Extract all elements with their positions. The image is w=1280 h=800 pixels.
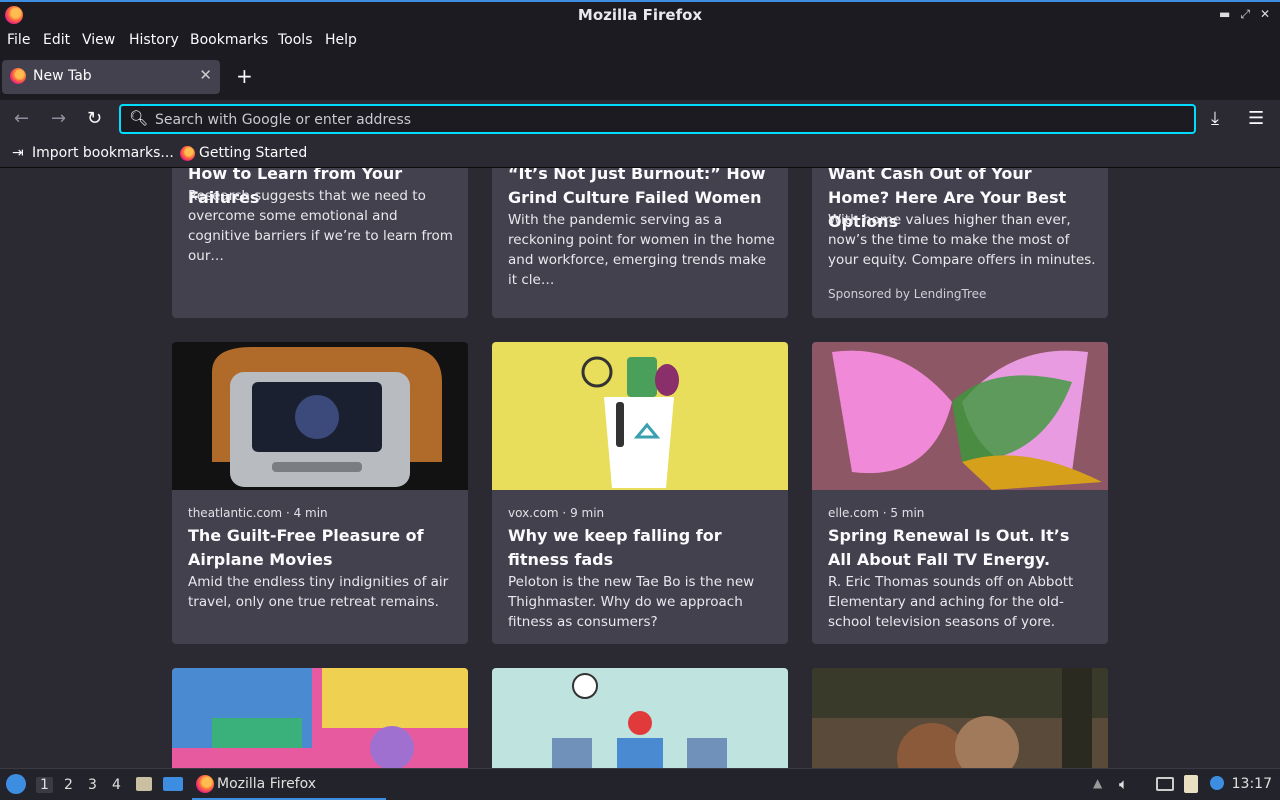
story-card[interactable]: How to Learn from Your Failures Research… (172, 168, 468, 318)
tab-label: New Tab (33, 68, 92, 84)
getting-started-link[interactable]: Getting Started (199, 145, 307, 161)
window-titlebar: Mozilla Firefox ▬ ⤢ ✕ (0, 0, 1280, 29)
navigation-toolbar: ← → ↻ 🔍︎ ⤓ ☰ (0, 100, 1280, 140)
file-manager-icon[interactable] (136, 777, 152, 791)
minimize-icon[interactable]: ▬ (1219, 7, 1230, 22)
taskbar-firefox-icon (196, 775, 214, 793)
new-tab-content: How to Learn from Your Failures Research… (0, 168, 1280, 768)
menu-view[interactable]: View (82, 32, 115, 48)
window-title: Mozilla Firefox (577, 6, 703, 24)
import-icon: ⇥ (12, 145, 24, 161)
search-input[interactable] (153, 109, 1157, 131)
card-image (492, 342, 788, 490)
workspace-2[interactable]: 2 (64, 777, 73, 793)
taskbar-app-firefox[interactable]: Mozilla Firefox (192, 769, 386, 800)
story-card[interactable]: elle.com · 5 min Spring Renewal Is Out. … (812, 342, 1108, 644)
card-image (812, 342, 1108, 490)
tab-strip: New Tab ✕ + (0, 54, 1280, 100)
workspace-1[interactable]: 1 (36, 777, 53, 793)
workspace-4[interactable]: 4 (112, 777, 121, 793)
card-headline: “It’s Not Just Burnout:” How Grind Cultu… (508, 168, 766, 207)
card-excerpt: R. Eric Thomas sounds off on Abbott Elem… (828, 574, 1074, 630)
app-menu-icon[interactable]: ☰ (1248, 108, 1264, 129)
card-headline: Spring Renewal Is Out. It’s All About Fa… (828, 526, 1070, 569)
desktop-icon[interactable] (163, 777, 183, 791)
getting-started-favicon-icon (180, 146, 195, 161)
menu-help[interactable]: Help (325, 32, 357, 48)
start-menu-icon[interactable] (6, 774, 26, 794)
clock: 13:17 (1231, 776, 1272, 792)
volume-icon[interactable]: 🔈︎ (1119, 775, 1128, 793)
bookmarks-toolbar: ⇥ Import bookmarks... Getting Started (0, 140, 1280, 168)
maximize-icon[interactable]: ⤢ (1240, 7, 1250, 22)
card-excerpt: With home values higher than ever, now’s… (828, 212, 1096, 268)
system-taskbar: 1 2 3 4 Mozilla Firefox ▲ 🔈︎ 13:17 (0, 768, 1280, 800)
workspace-3[interactable]: 3 (88, 777, 97, 793)
card-source: elle.com · 5 min (828, 506, 925, 520)
card-excerpt: Research suggests that we need to overco… (188, 188, 453, 264)
menu-edit[interactable]: Edit (43, 32, 70, 48)
tray-arrow-icon[interactable]: ▲ (1093, 776, 1102, 790)
sponsor-label: Sponsored by LendingTree (828, 287, 987, 301)
menu-file[interactable]: File (7, 32, 30, 48)
story-card[interactable]: vox.com · 9 min Why we keep falling for … (492, 342, 788, 644)
story-card[interactable] (492, 668, 788, 768)
card-excerpt: Amid the endless tiny indignities of air… (188, 574, 449, 610)
url-bar[interactable]: 🔍︎ (119, 104, 1196, 134)
card-image (492, 668, 788, 768)
tab-new-tab[interactable]: New Tab ✕ (2, 60, 220, 94)
close-window-icon[interactable]: ✕ (1260, 7, 1270, 22)
card-excerpt: Peloton is the new Tae Bo is the new Thi… (508, 574, 755, 630)
sponsored-card[interactable]: Want Cash Out of Your Home? Here Are You… (812, 168, 1108, 318)
card-headline: Why we keep falling for fitness fads (508, 526, 722, 569)
menu-tools[interactable]: Tools (278, 32, 313, 48)
forward-icon[interactable]: → (51, 108, 66, 129)
story-card[interactable] (172, 668, 468, 768)
clipboard-icon[interactable] (1184, 775, 1198, 793)
back-icon[interactable]: ← (14, 108, 29, 129)
story-card[interactable]: “It’s Not Just Burnout:” How Grind Cultu… (492, 168, 788, 318)
menu-history[interactable]: History (129, 32, 179, 48)
card-image (812, 668, 1108, 768)
taskbar-app-label: Mozilla Firefox (217, 776, 317, 792)
notification-icon[interactable] (1210, 776, 1224, 790)
card-image (172, 342, 468, 490)
menu-bookmarks[interactable]: Bookmarks (190, 32, 268, 48)
card-source: theatlantic.com · 4 min (188, 506, 328, 520)
card-source: vox.com · 9 min (508, 506, 605, 520)
search-icon: 🔍︎ (129, 109, 149, 127)
network-icon[interactable] (1156, 777, 1174, 791)
card-headline: The Guilt-Free Pleasure of Airplane Movi… (188, 526, 424, 569)
story-card[interactable] (812, 668, 1108, 768)
menu-bar: File Edit View History Bookmarks Tools H… (0, 29, 1280, 54)
reload-icon[interactable]: ↻ (87, 108, 102, 129)
story-card[interactable]: theatlantic.com · 4 min The Guilt-Free P… (172, 342, 468, 644)
import-bookmarks-link[interactable]: Import bookmarks... (32, 145, 174, 161)
new-tab-button[interactable]: + (236, 64, 253, 88)
card-excerpt: With the pandemic serving as a reckoning… (508, 212, 775, 288)
close-tab-icon[interactable]: ✕ (199, 66, 212, 84)
card-image (172, 668, 468, 768)
downloads-icon[interactable]: ⤓ (1211, 108, 1219, 129)
tab-favicon-icon (10, 68, 26, 84)
